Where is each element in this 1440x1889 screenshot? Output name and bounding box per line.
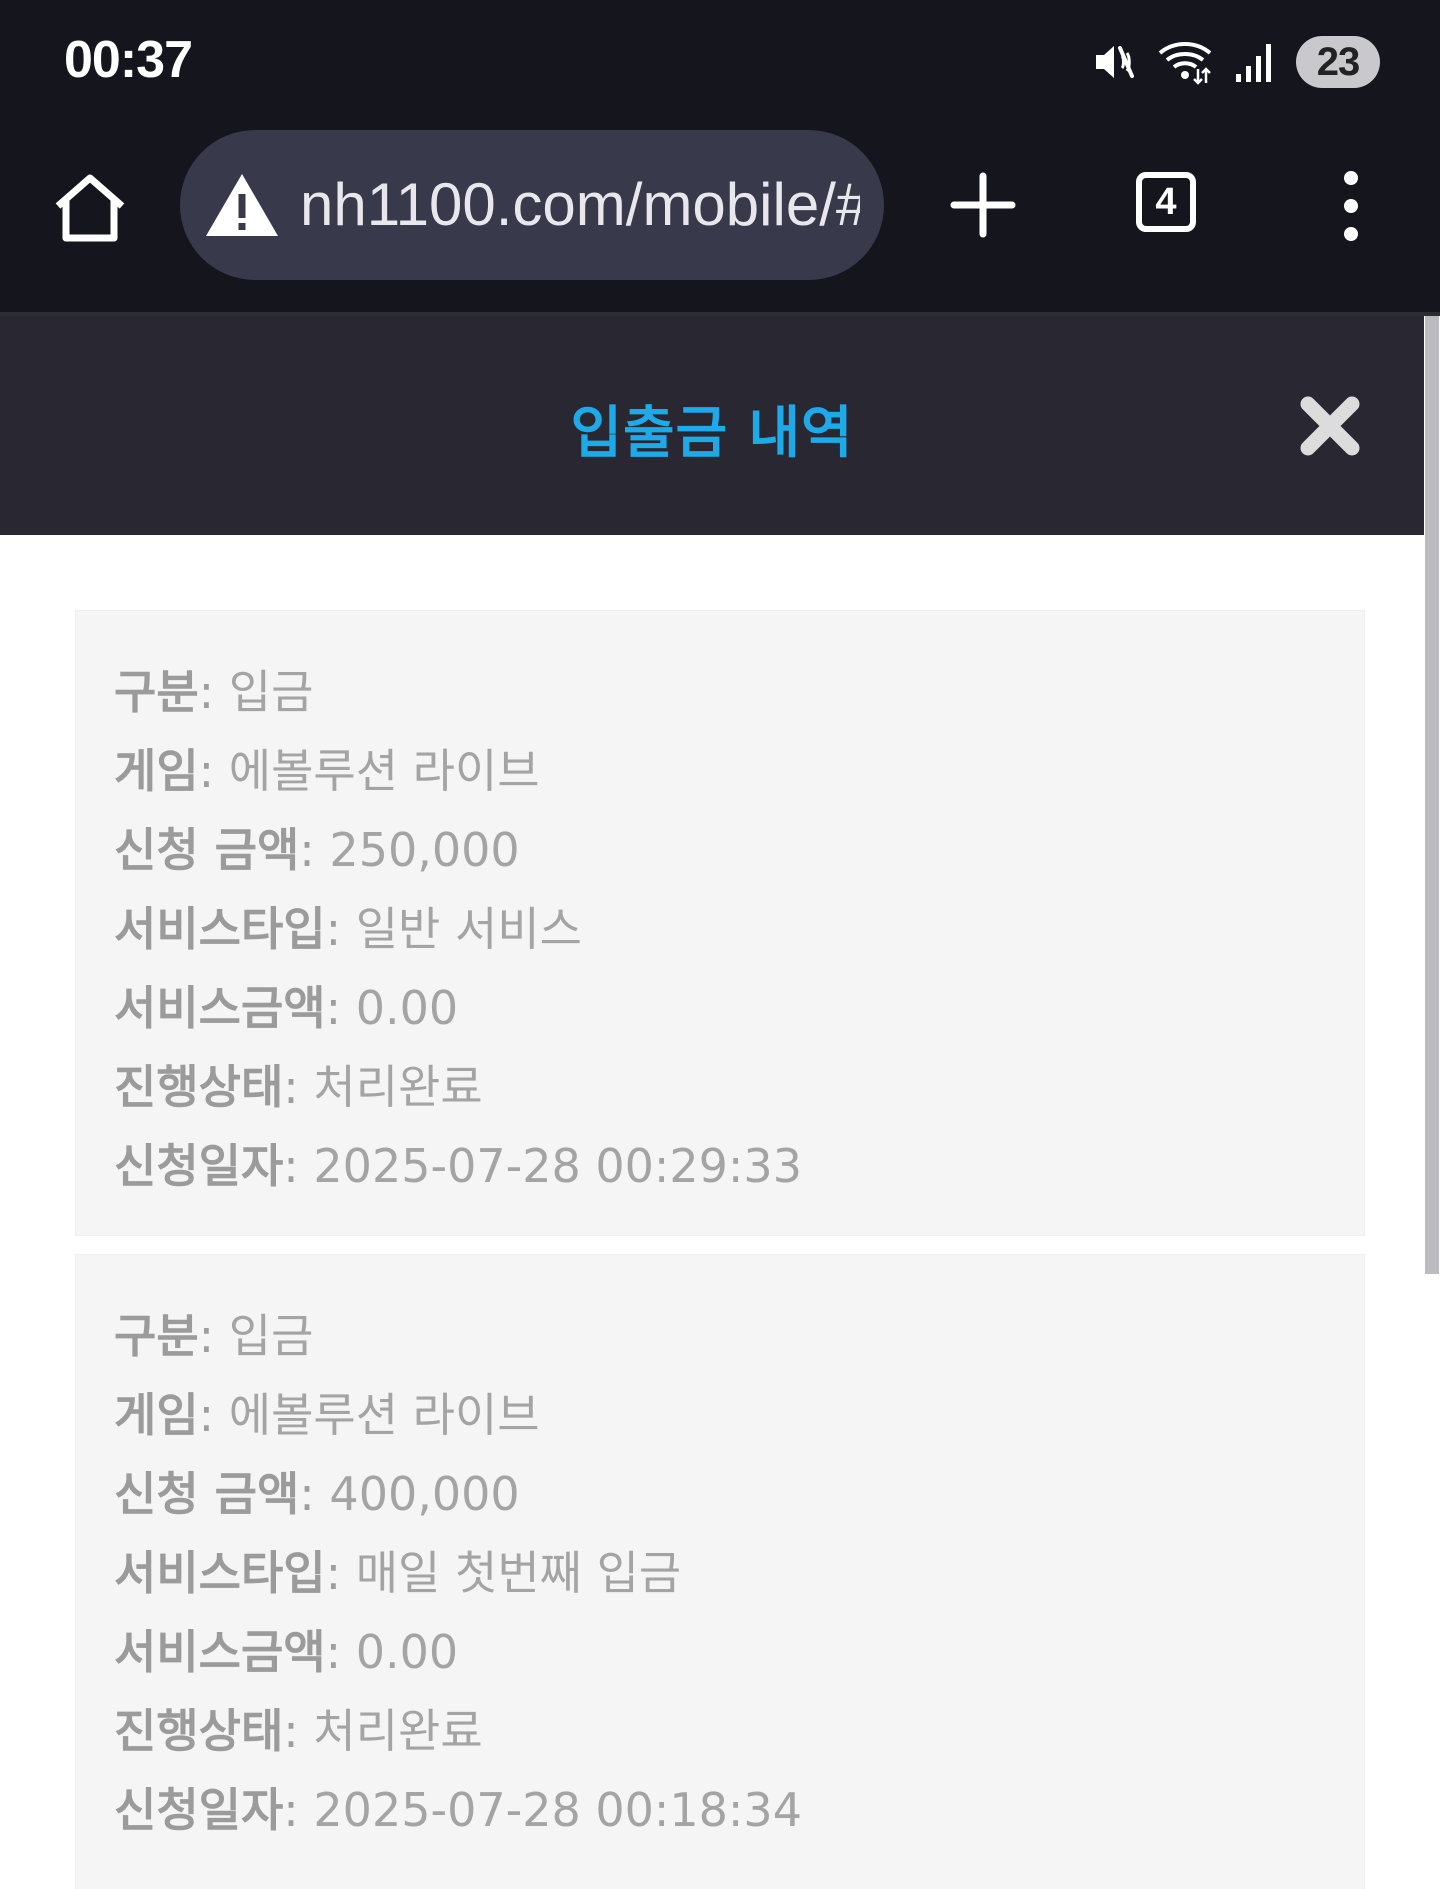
record-status-label: 진행상태 <box>114 1060 284 1114</box>
record-type-row: 구분: 입금 <box>114 665 314 719</box>
record-amount-value: 250,000 <box>329 823 520 877</box>
transaction-card: 구분: 입금 게임: 에볼루션 라이브 신청 금액: 250,000 서비스타입… <box>75 610 1365 1236</box>
record-service-amount-row: 서비스금액: 0.00 <box>114 1625 459 1679</box>
status-time: 00:37 <box>64 31 193 89</box>
record-date-value: 2025-07-28 00:18:34 <box>313 1783 802 1837</box>
more-vert-icon[interactable] <box>1336 170 1366 242</box>
record-date-label: 신청일자 <box>114 1783 284 1837</box>
record-game-value: 에볼루션 라이브 <box>228 744 540 798</box>
record-game-label: 게임 <box>114 1388 199 1442</box>
address-bar[interactable]: nh1100.com/mobile/# <box>180 130 884 280</box>
record-type-label: 구분 <box>114 1309 199 1363</box>
record-status-value: 처리완료 <box>313 1704 483 1758</box>
record-game-row: 게임: 에볼루션 라이브 <box>114 744 540 798</box>
modal-title: 입출금 내역 <box>570 401 854 466</box>
record-status-label: 진행상태 <box>114 1704 284 1758</box>
record-game-row: 게임: 에볼루션 라이브 <box>114 1388 540 1442</box>
record-type-row: 구분: 입금 <box>114 1309 314 1363</box>
record-status-row: 진행상태: 처리완료 <box>114 1704 483 1758</box>
plus-icon[interactable] <box>950 172 1016 238</box>
record-service-amount-row: 서비스금액: 0.00 <box>114 981 459 1035</box>
tab-switcher-button[interactable]: 4 <box>1136 172 1196 232</box>
status-bar: 00:37 23 <box>0 0 1440 126</box>
record-amount-label: 신청 금액 <box>114 823 300 877</box>
signal-icon <box>1236 44 1271 82</box>
home-icon[interactable] <box>50 168 130 248</box>
record-amount-row: 신청 금액: 250,000 <box>114 823 520 877</box>
record-game-value: 에볼루션 라이브 <box>228 1388 540 1442</box>
warning-icon[interactable] <box>204 170 280 240</box>
battery-indicator: 23 <box>1296 36 1380 88</box>
record-status-row: 진행상태: 처리완료 <box>114 1060 483 1114</box>
record-type-label: 구분 <box>114 665 199 719</box>
record-service-amount-label: 서비스금액 <box>114 1625 326 1679</box>
record-service-type-label: 서비스타입 <box>114 1546 326 1600</box>
record-game-label: 게임 <box>114 744 199 798</box>
record-service-amount-value: 0.00 <box>355 1625 459 1679</box>
status-icons: 23 <box>1092 32 1380 92</box>
wifi-icon <box>1158 42 1212 85</box>
record-service-amount-value: 0.00 <box>355 981 459 1035</box>
record-type-value: 입금 <box>228 1309 314 1363</box>
record-service-amount-label: 서비스금액 <box>114 981 326 1035</box>
modal-header: 입출금 내역 <box>0 316 1424 535</box>
record-service-type-value: 매일 첫번째 입금 <box>355 1546 682 1600</box>
record-type-value: 입금 <box>228 665 314 719</box>
url-text[interactable]: nh1100.com/mobile/# <box>300 170 860 240</box>
record-date-value: 2025-07-28 00:29:33 <box>313 1139 802 1193</box>
scrollbar-thumb[interactable] <box>1425 316 1439 1274</box>
record-date-row: 신청일자: 2025-07-28 00:29:33 <box>114 1139 802 1193</box>
transaction-card: 구분: 입금 게임: 에볼루션 라이브 신청 금액: 400,000 서비스타입… <box>75 1254 1365 1889</box>
record-date-row: 신청일자: 2025-07-28 00:18:34 <box>114 1783 802 1837</box>
record-date-label: 신청일자 <box>114 1139 284 1193</box>
record-amount-row: 신청 금액: 400,000 <box>114 1467 520 1521</box>
browser-toolbar: nh1100.com/mobile/# 4 <box>0 126 1440 316</box>
record-service-type-label: 서비스타입 <box>114 902 326 956</box>
record-service-type-value: 일반 서비스 <box>355 902 582 956</box>
record-amount-label: 신청 금액 <box>114 1467 300 1521</box>
record-service-type-row: 서비스타입: 매일 첫번째 입금 <box>114 1546 682 1600</box>
close-icon[interactable] <box>1298 394 1362 458</box>
record-service-type-row: 서비스타입: 일반 서비스 <box>114 902 582 956</box>
mute-icon <box>1096 46 1134 78</box>
transaction-list[interactable]: 구분: 입금 게임: 에볼루션 라이브 신청 금액: 250,000 서비스타입… <box>0 535 1424 1889</box>
record-amount-value: 400,000 <box>329 1467 520 1521</box>
record-status-value: 처리완료 <box>313 1060 483 1114</box>
